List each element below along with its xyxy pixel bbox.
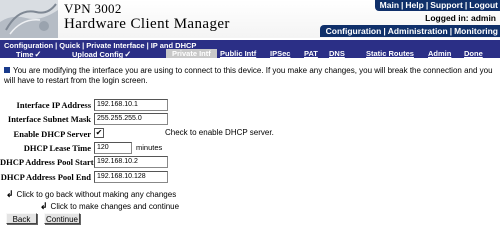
quick-config-progress: Configuration | Quick | Private Interface | IP… — [0, 40, 500, 60]
step-static-routes[interactable]: Static Routes — [366, 49, 414, 58]
main-link[interactable]: Main — [380, 0, 399, 10]
product-title: Hardware Client Manager — [64, 16, 230, 32]
nav-administration[interactable]: Administration — [388, 26, 448, 36]
step-dns[interactable]: DNS — [329, 49, 345, 58]
nav-configuration[interactable]: Configuration — [326, 26, 382, 36]
step-done[interactable]: Done — [464, 49, 483, 58]
back-button[interactable]: Back — [6, 213, 37, 224]
ip-address-input[interactable]: 192.168.10.1 — [94, 99, 168, 111]
pool-end-input[interactable]: 192.168.10.128 — [94, 171, 168, 183]
pool-end-label: DHCP Address Pool End — [0, 172, 91, 182]
logout-link[interactable]: Logout — [469, 0, 498, 10]
dhcp-server-label: Enable DHCP Server — [13, 129, 91, 139]
subnet-mask-input[interactable]: 255.255.255.0 — [94, 113, 168, 125]
header: VPN 3002 Hardware Client Manager Main | He… — [0, 0, 500, 38]
continue-button[interactable]: Continue — [44, 213, 80, 224]
return-arrow-icon: ↲ — [40, 201, 48, 211]
nav-monitoring[interactable]: Monitoring — [454, 26, 498, 36]
subnet-mask-label: Interface Subnet Mask — [7, 114, 91, 124]
cisco-logo-icon — [0, 0, 58, 38]
step-upload-config[interactable]: Upload Config✓ — [72, 49, 131, 60]
step-ipsec[interactable]: IPSec — [270, 49, 290, 58]
step-list: Time✓ Upload Config✓ Private Intf Public… — [0, 49, 500, 60]
step-admin[interactable]: Admin — [428, 49, 451, 58]
continue-hint: ↲ Click to make changes and continue — [40, 201, 179, 212]
bullet-icon — [4, 67, 10, 73]
lease-time-label: DHCP Lease Time — [23, 143, 91, 153]
lease-time-unit: minutes — [136, 143, 163, 152]
pool-start-input[interactable]: 192.168.10.2 — [94, 156, 168, 168]
step-private-intf: Private Intf — [166, 49, 217, 58]
notice-text: You are modifying the interface you are … — [4, 66, 493, 85]
warning-notice: You are modifying the interface you are … — [4, 66, 498, 86]
dhcp-server-checkbox[interactable]: ✔ — [94, 128, 104, 138]
support-link[interactable]: Support — [430, 0, 463, 10]
product-name: VPN 3002 — [64, 1, 122, 16]
step-pat[interactable]: PAT — [304, 49, 318, 58]
ip-address-label: Interface IP Address — [16, 100, 91, 110]
main-nav: Configuration | Administration | Monitoring — [319, 25, 500, 37]
continue-hint-text: Click to make changes and continue — [50, 202, 180, 211]
step-public-intf[interactable]: Public Intf — [220, 49, 256, 58]
return-arrow-icon: ↲ — [6, 189, 14, 199]
checkmark-icon: ✓ — [34, 49, 42, 59]
checkmark-icon: ✓ — [124, 49, 132, 59]
step-time[interactable]: Time✓ — [16, 49, 42, 60]
dhcp-server-help: Check to enable DHCP server. — [165, 128, 274, 137]
back-hint: ↲ Click to go back without making any cha… — [6, 189, 176, 200]
logged-in-status: Logged in: admin — [425, 13, 496, 23]
lease-time-input[interactable]: 120 — [94, 142, 132, 154]
help-link[interactable]: Help — [405, 0, 423, 10]
top-links: Main | Help | Support | Logout — [374, 0, 500, 11]
back-hint-text: Click to go back without making any chan… — [16, 190, 177, 199]
pool-start-label: DHCP Address Pool Start — [0, 157, 94, 167]
